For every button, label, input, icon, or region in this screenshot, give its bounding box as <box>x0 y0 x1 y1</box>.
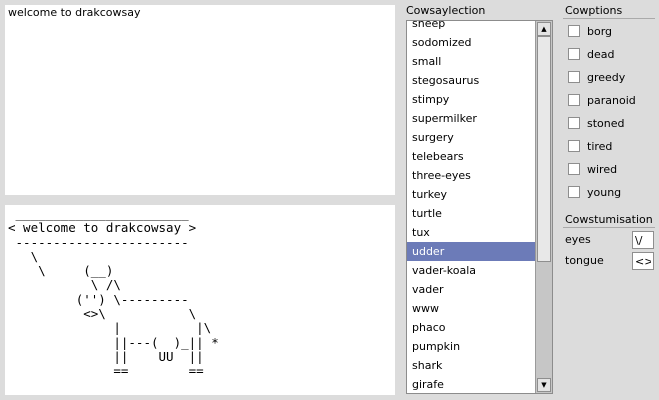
cow-list-item[interactable]: turkey <box>407 185 535 204</box>
option-dead[interactable]: dead <box>568 46 614 62</box>
arrow-up-icon: ▲ <box>541 25 547 33</box>
cow-list-item[interactable]: www <box>407 299 535 318</box>
cow-list-item[interactable]: vader-koala <box>407 261 535 280</box>
message-input[interactable]: welcome to drakcowsay <box>5 5 395 195</box>
option-checkbox[interactable] <box>568 140 580 152</box>
cow-list-item[interactable]: vader <box>407 280 535 299</box>
cow-list-label: Cowsaylection <box>406 4 486 17</box>
cow-list-item[interactable]: stegosaurus <box>407 71 535 90</box>
eyes-label: eyes <box>565 233 591 246</box>
cow-list-item[interactable]: supermilker <box>407 109 535 128</box>
option-young[interactable]: young <box>568 184 621 200</box>
option-checkbox[interactable] <box>568 94 580 106</box>
option-label: tired <box>587 139 613 153</box>
options-divider <box>563 18 655 19</box>
option-checkbox[interactable] <box>568 71 580 83</box>
scroll-up-button[interactable]: ▲ <box>537 22 551 36</box>
option-label: borg <box>587 24 613 38</box>
cow-list-item[interactable]: sodomized <box>407 33 535 52</box>
option-checkbox[interactable] <box>568 117 580 129</box>
option-label: young <box>587 185 622 199</box>
option-label: wired <box>587 162 618 176</box>
cow-output: _______________________ < welcome to dra… <box>5 205 395 395</box>
costume-label: Cowstumisation <box>565 213 653 226</box>
scroll-down-button[interactable]: ▼ <box>537 378 551 392</box>
arrow-down-icon: ▼ <box>541 381 547 389</box>
option-checkbox[interactable] <box>568 25 580 37</box>
cow-list-item[interactable]: stimpy <box>407 90 535 109</box>
cow-list-item[interactable]: small <box>407 52 535 71</box>
option-label: stoned <box>587 116 625 130</box>
option-stoned[interactable]: stoned <box>568 115 625 131</box>
cow-list[interactable]: sheep sodomized small stegosaurus stimpy supe… <box>406 20 553 394</box>
option-checkbox[interactable] <box>568 186 580 198</box>
cow-list-items: sheep sodomized small stegosaurus stimpy supe… <box>407 21 535 393</box>
option-tired[interactable]: tired <box>568 138 612 154</box>
cow-list-item[interactable]: pumpkin <box>407 337 535 356</box>
options-label: Cowptions <box>565 4 623 17</box>
option-borg[interactable]: borg <box>568 23 612 39</box>
tongue-input[interactable] <box>632 252 654 270</box>
option-wired[interactable]: wired <box>568 161 617 177</box>
cow-list-item[interactable]: girafe <box>407 375 535 393</box>
tongue-label: tongue <box>565 254 604 267</box>
scrollbar-thumb[interactable] <box>537 36 551 262</box>
option-label: greedy <box>587 70 626 84</box>
option-label: paranoid <box>587 93 636 107</box>
cow-list-item[interactable]: telebears <box>407 147 535 166</box>
option-label: dead <box>587 47 615 61</box>
option-checkbox[interactable] <box>568 48 580 60</box>
costume-divider <box>563 227 655 228</box>
cow-list-item[interactable]: sheep <box>407 21 535 33</box>
eyes-input[interactable] <box>632 231 654 249</box>
cow-list-item[interactable]: udder <box>407 242 535 261</box>
cow-list-scrollbar[interactable]: ▲ ▼ <box>535 21 552 393</box>
cow-list-item[interactable]: tux <box>407 223 535 242</box>
option-greedy[interactable]: greedy <box>568 69 625 85</box>
option-checkbox[interactable] <box>568 163 580 175</box>
cow-list-item[interactable]: surgery <box>407 128 535 147</box>
option-paranoid[interactable]: paranoid <box>568 92 636 108</box>
cow-list-item[interactable]: phaco <box>407 318 535 337</box>
cow-list-item[interactable]: turtle <box>407 204 535 223</box>
cow-list-item[interactable]: three-eyes <box>407 166 535 185</box>
cow-list-item[interactable]: shark <box>407 356 535 375</box>
